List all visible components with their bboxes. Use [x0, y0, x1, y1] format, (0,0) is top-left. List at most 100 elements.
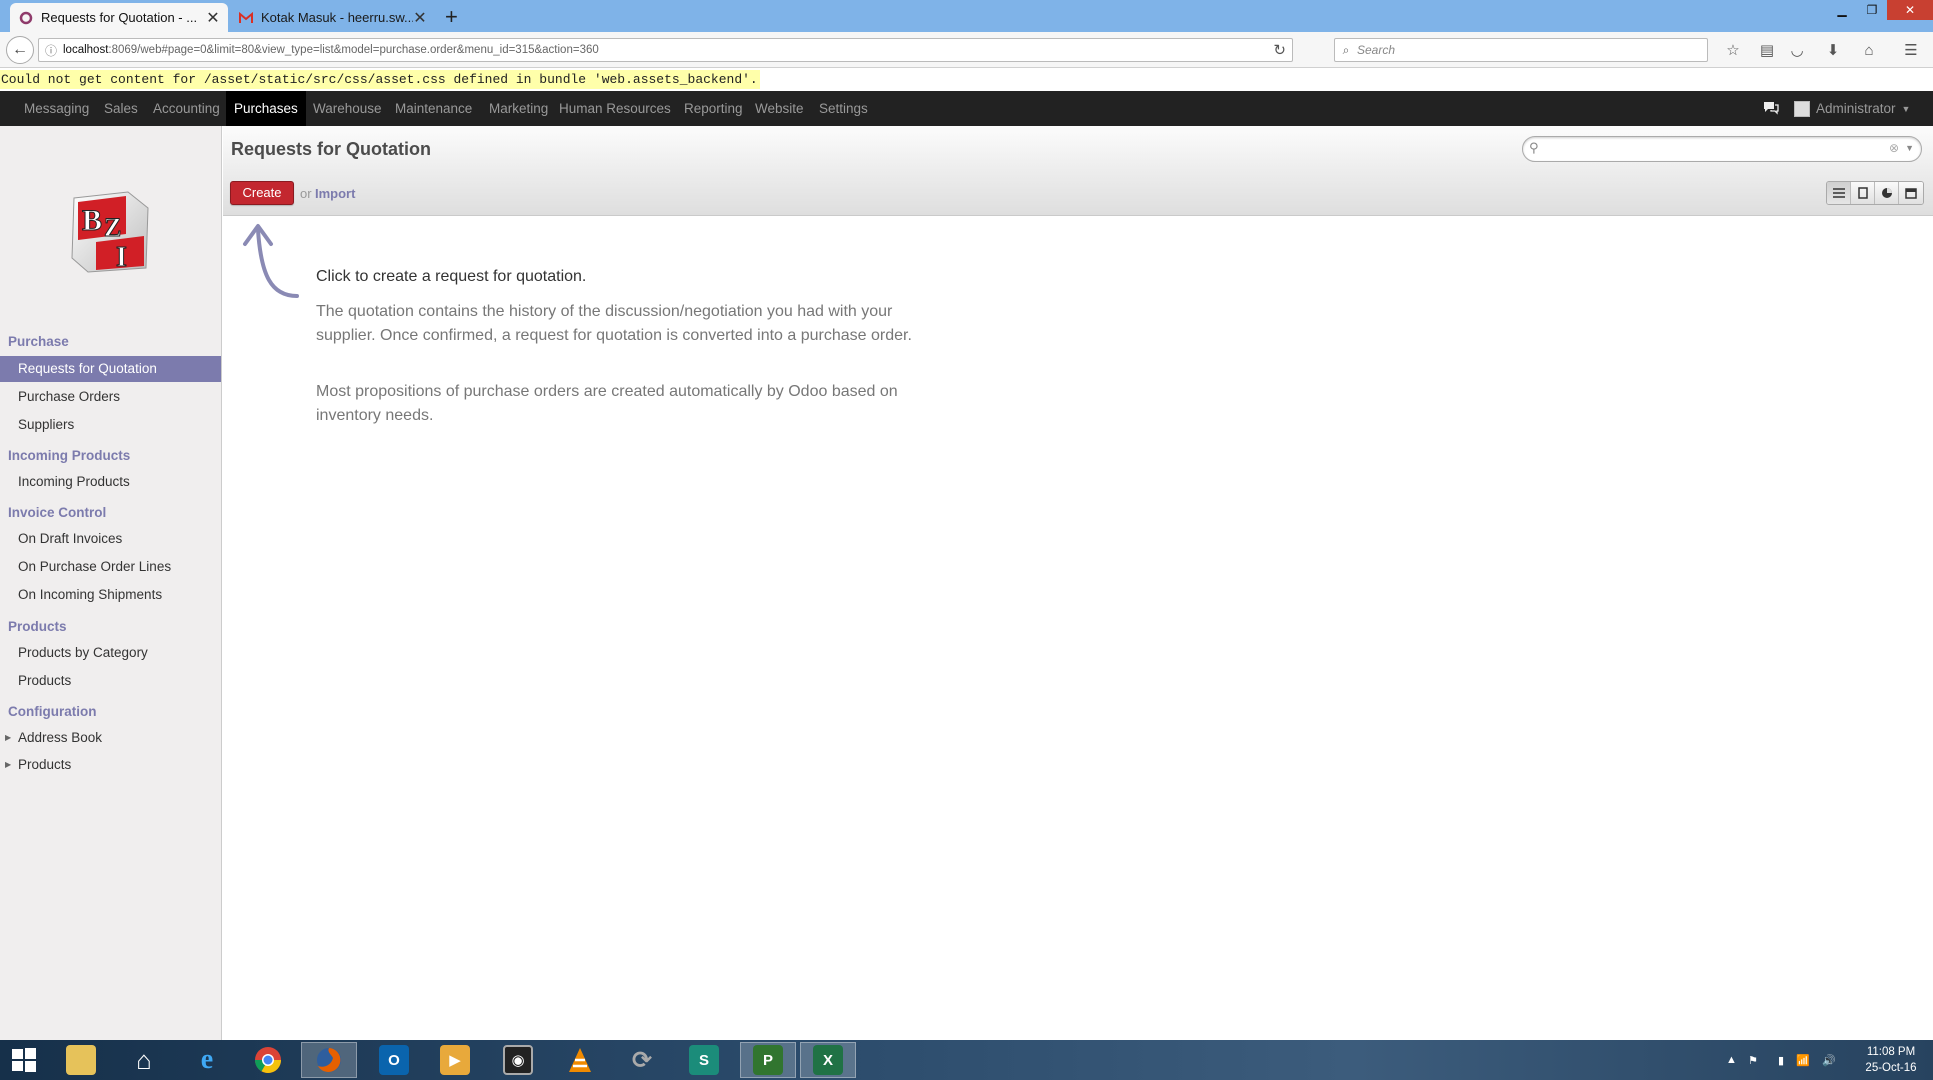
sidebar-item-label: Address Book	[18, 730, 103, 745]
chrome-icon[interactable]	[240, 1042, 296, 1078]
vlc-icon[interactable]	[552, 1042, 608, 1078]
view-switcher	[1826, 181, 1924, 205]
sway-icon[interactable]: S	[676, 1042, 732, 1078]
section-products: Products	[8, 619, 67, 634]
browser-tab-gmail[interactable]: Kotak Masuk - heerru.sw... ✕	[230, 3, 435, 32]
media-player-icon[interactable]: ▶	[427, 1042, 483, 1078]
reload-icon[interactable]: ↻	[1273, 41, 1286, 59]
download-icon[interactable]: ⬇	[1822, 40, 1844, 60]
camera-app-icon[interactable]: ◉	[490, 1042, 546, 1078]
sidebar: B Z I Purchase Requests for Quotation Pu…	[0, 126, 222, 1040]
close-tab-icon[interactable]: ✕	[413, 8, 427, 28]
search-placeholder: Search	[1357, 43, 1396, 57]
menu-messaging[interactable]: Messaging	[16, 91, 97, 126]
home-icon[interactable]: ⌂	[116, 1042, 172, 1078]
list-view-icon[interactable]	[1827, 182, 1851, 204]
svg-text:I: I	[116, 242, 127, 273]
help-paragraph: The quotation contains the history of th…	[316, 303, 912, 344]
new-tab-button[interactable]: +	[445, 4, 458, 30]
expand-triangle-icon[interactable]: ▶	[5, 752, 11, 778]
menu-warehouse[interactable]: Warehouse	[305, 91, 390, 126]
action-center-flag-icon[interactable]: ⚑	[1748, 1040, 1758, 1080]
calendar-view-icon[interactable]	[1899, 182, 1923, 204]
system-clock[interactable]: 11:08 PM 25-Oct-16	[1856, 1044, 1926, 1076]
import-link[interactable]: Import	[315, 186, 355, 201]
menu-purchases[interactable]: Purchases	[226, 91, 306, 126]
sidebar-item-config-products[interactable]: ▶ Products	[0, 752, 221, 778]
form-view-icon[interactable]	[1851, 182, 1875, 204]
tray-overflow-icon[interactable]: ▲	[1726, 1040, 1737, 1080]
windows-taskbar: ⌂ e O ▶ ◉ ⟳ S P X ▲ ⚑ ▮ 📶 🔊 11:08 PM 25-…	[0, 1040, 1933, 1080]
empty-list-help: Click to create a request for quotation.…	[223, 216, 1933, 1040]
close-window-icon[interactable]: ✕	[1887, 0, 1933, 20]
sidebar-item-on-incoming-shipments[interactable]: On Incoming Shipments	[0, 582, 221, 608]
sidebar-item-products-by-category[interactable]: Products by Category	[0, 640, 221, 666]
pocket-icon[interactable]: ◡	[1786, 40, 1808, 60]
outlook-icon[interactable]: O	[366, 1042, 422, 1078]
menu-marketing[interactable]: Marketing	[481, 91, 556, 126]
windows-start-icon[interactable]	[0, 1042, 48, 1078]
project-icon[interactable]: P	[740, 1042, 796, 1078]
menu-human-resources[interactable]: Human Resources	[551, 91, 679, 126]
chat-icon[interactable]	[1762, 99, 1782, 117]
browser-tab-strip: Requests for Quotation - ... ✕ Kotak Mas…	[0, 0, 1933, 32]
excel-icon[interactable]: X	[800, 1042, 856, 1078]
browser-search-input[interactable]: ⌕ Search	[1334, 38, 1708, 62]
sidebar-item-purchase-orders[interactable]: Purchase Orders	[0, 384, 221, 410]
minimize-window-icon[interactable]: ▁	[1827, 0, 1857, 20]
firefox-icon[interactable]	[301, 1042, 357, 1078]
back-arrow-icon[interactable]: ←	[6, 36, 34, 64]
sidebar-item-suppliers[interactable]: Suppliers	[0, 412, 221, 438]
user-menu[interactable]: Administrator ▼	[1794, 91, 1910, 126]
odoo-favicon-icon	[18, 10, 34, 26]
sync-app-icon[interactable]: ⟳	[614, 1042, 670, 1078]
svg-text:Z: Z	[104, 213, 121, 242]
section-purchase: Purchase	[8, 334, 69, 349]
sidebar-item-on-purchase-order-lines[interactable]: On Purchase Order Lines	[0, 554, 221, 580]
company-logo: B Z I	[68, 188, 152, 276]
menu-maintenance[interactable]: Maintenance	[387, 91, 480, 126]
search-icon: ⌕	[1342, 42, 1350, 57]
menu-settings[interactable]: Settings	[811, 91, 876, 126]
create-button[interactable]: Create	[230, 181, 294, 205]
sidebar-item-on-draft-invoices[interactable]: On Draft Invoices	[0, 526, 221, 552]
network-signal-icon[interactable]: 📶	[1796, 1040, 1810, 1080]
user-name: Administrator	[1816, 101, 1896, 116]
chevron-down-icon[interactable]: ▼	[1905, 143, 1914, 153]
error-text: Could not get content for /asset/static/…	[0, 70, 760, 89]
page-title: Requests for Quotation	[231, 139, 432, 159]
volume-icon[interactable]: 🔊	[1822, 1040, 1836, 1080]
restore-window-icon[interactable]: ❐	[1857, 0, 1887, 20]
expand-triangle-icon[interactable]: ▶	[5, 725, 11, 751]
menu-reporting[interactable]: Reporting	[676, 91, 751, 126]
sidebar-item-address-book[interactable]: ▶ Address Book	[0, 725, 221, 751]
url-path: :8069/web#page=0&limit=80&view_type=list…	[108, 44, 599, 56]
browser-navigation-bar: ← ⓘ localhost:8069/web#page=0&limit=80&v…	[0, 32, 1933, 68]
chevron-down-icon: ▼	[1901, 103, 1911, 114]
bookmark-star-icon[interactable]: ☆	[1722, 40, 1744, 60]
clear-search-icon[interactable]: ⊗	[1889, 141, 1899, 155]
file-explorer-icon[interactable]	[53, 1042, 109, 1078]
menu-sales[interactable]: Sales	[96, 91, 146, 126]
search-input[interactable]: ⚲ ⊗ ▼	[1522, 136, 1922, 162]
asset-error-message: Could not get content for /asset/static/…	[0, 69, 1933, 91]
address-bar[interactable]: ⓘ localhost:8069/web#page=0&limit=80&vie…	[38, 38, 1293, 62]
internet-explorer-icon[interactable]: e	[179, 1042, 235, 1078]
hamburger-menu-icon[interactable]: ☰	[1900, 40, 1922, 60]
close-tab-icon[interactable]: ✕	[206, 8, 220, 28]
avatar	[1794, 100, 1810, 117]
clock-date: 25-Oct-16	[1865, 1062, 1917, 1074]
menu-website[interactable]: Website	[747, 91, 812, 126]
home-icon[interactable]: ⌂	[1858, 40, 1880, 60]
reading-list-icon[interactable]: ▤	[1756, 40, 1778, 60]
sidebar-item-products[interactable]: Products	[0, 668, 221, 694]
sidebar-item-requests-for-quotation[interactable]: Requests for Quotation	[0, 356, 221, 382]
site-info-icon[interactable]: ⓘ	[39, 42, 63, 59]
tab-title: Kotak Masuk - heerru.sw...	[261, 10, 413, 25]
browser-tab-active[interactable]: Requests for Quotation - ... ✕	[10, 3, 228, 32]
battery-icon[interactable]: ▮	[1778, 1040, 1784, 1080]
graph-view-icon[interactable]	[1875, 182, 1899, 204]
sidebar-item-incoming-products[interactable]: Incoming Products	[0, 469, 221, 495]
odoo-top-menu: Messaging Sales Accounting Purchases War…	[0, 91, 1933, 126]
menu-accounting[interactable]: Accounting	[145, 91, 228, 126]
